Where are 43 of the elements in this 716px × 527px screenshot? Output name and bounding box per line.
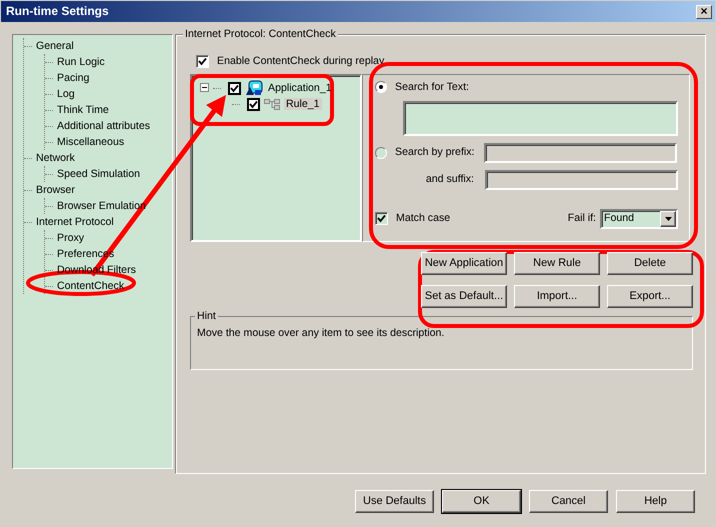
rule-icon bbox=[264, 98, 280, 110]
tree-item[interactable]: Internet Protocol bbox=[35, 216, 115, 228]
tree-item[interactable]: Think Time bbox=[56, 104, 110, 116]
rule-button[interactable]: Set as Default... bbox=[421, 285, 507, 308]
tree-item[interactable]: Log bbox=[56, 88, 76, 100]
tree-item[interactable]: Pacing bbox=[56, 72, 90, 84]
application-icon bbox=[245, 80, 263, 96]
tree-item[interactable]: Proxy bbox=[56, 232, 86, 244]
radio-button[interactable] bbox=[375, 81, 387, 94]
checkbox[interactable] bbox=[247, 98, 260, 110]
fail-if-dropdown[interactable]: Found bbox=[600, 208, 678, 229]
tree-item[interactable]: Network bbox=[35, 152, 76, 164]
text-input[interactable] bbox=[403, 100, 678, 136]
checkbox-label: Match case bbox=[396, 212, 450, 226]
field-label: Fail if: bbox=[568, 212, 596, 226]
hint-text: Move the mouse over any item to see its description. bbox=[197, 327, 446, 340]
dialog-button[interactable]: Cancel bbox=[529, 490, 608, 513]
tree-item[interactable]: ContentCheck bbox=[56, 280, 126, 292]
dialog-button[interactable]: OK bbox=[442, 490, 521, 513]
checkbox-label: Enable ContentCheck during replay bbox=[217, 55, 384, 68]
rule-button[interactable]: Delete bbox=[607, 252, 693, 275]
dialog-button[interactable]: Use Defaults bbox=[355, 490, 434, 513]
rule-button[interactable]: Export... bbox=[607, 285, 693, 308]
field-label: and suffix: bbox=[426, 173, 474, 186]
radio-label: Search by prefix: bbox=[395, 146, 476, 160]
rule-button[interactable]: Import... bbox=[514, 285, 600, 308]
dialog-button[interactable]: Help bbox=[616, 490, 695, 513]
tree-item[interactable]: Speed Simulation bbox=[56, 168, 142, 180]
checkbox[interactable] bbox=[196, 55, 209, 68]
tree-item[interactable]: Rule_1 bbox=[284, 98, 322, 110]
tree-item[interactable]: Additional attributes bbox=[56, 120, 152, 132]
checkbox[interactable] bbox=[228, 82, 241, 94]
close-button[interactable]: × bbox=[696, 4, 712, 18]
collapse-icon[interactable] bbox=[200, 82, 209, 94]
tree-item[interactable]: Run Logic bbox=[56, 56, 106, 68]
tree-item[interactable]: Browser bbox=[35, 184, 76, 196]
tree-item[interactable]: General bbox=[35, 40, 75, 52]
window-title: Run-time Settings bbox=[6, 4, 109, 19]
checkbox[interactable] bbox=[375, 212, 388, 226]
rule-button[interactable]: New Application bbox=[421, 252, 507, 275]
radio-label: Search for Text: bbox=[395, 81, 469, 94]
tree-item[interactable]: Miscellaneous bbox=[56, 136, 126, 148]
rule-button[interactable]: New Rule bbox=[514, 252, 600, 275]
